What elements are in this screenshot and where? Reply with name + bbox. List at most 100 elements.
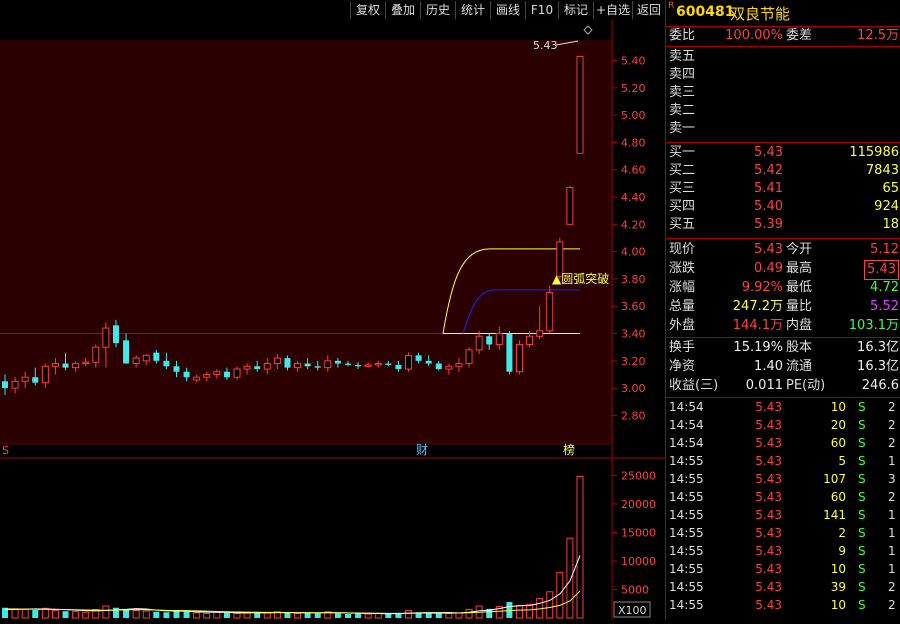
back-button[interactable]: 返回 — [632, 1, 665, 19]
tick-volume: 2 — [838, 526, 846, 540]
buy-row: 买三 5.41 65 — [666, 180, 900, 198]
stat-row: 涨幅 9.92% 最低 4.72 — [666, 279, 900, 297]
buy-row: 买二 5.42 7843 — [666, 162, 900, 180]
volume-bar — [455, 612, 463, 619]
candle-body — [495, 333, 503, 345]
volume-bar — [334, 613, 341, 618]
candle-body — [395, 364, 402, 370]
volume-bar — [213, 611, 221, 619]
eps: 0.011 — [745, 378, 783, 393]
buy-row: 买一 5.43 115986 — [666, 144, 900, 162]
sell-row: 卖一 — [666, 120, 900, 138]
tick-volume: 5 — [838, 454, 846, 468]
candle-body — [173, 366, 180, 372]
tick-side: S — [858, 490, 866, 504]
overlay-button[interactable]: 叠加 — [385, 1, 420, 19]
tick-count: 2 — [888, 490, 896, 504]
price-tick-label: 4.40 — [621, 191, 646, 204]
candle-body — [506, 333, 513, 372]
candle-body — [153, 352, 160, 361]
tick-row: 14:55 5.43 60 S 2 — [666, 488, 900, 506]
tick-price: 5.43 — [755, 526, 782, 540]
candle-body — [123, 340, 130, 364]
fin-row: 收益(三) 0.011 PE(动) 246.6 — [666, 377, 900, 395]
sell-row: 卖四 — [666, 66, 900, 84]
candle-body — [273, 357, 281, 365]
candle-body — [465, 349, 473, 365]
diamond-icon[interactable] — [583, 25, 593, 35]
candle-body — [203, 373, 211, 378]
fin-row: 净资 1.40 流通 16.3亿 — [666, 358, 900, 376]
sell-label: 卖二 — [669, 103, 696, 118]
candle-body — [62, 363, 69, 368]
buy-label: 买三 — [669, 181, 696, 196]
total-volume: 247.2万 — [732, 299, 783, 314]
fin-label: 净资 — [669, 359, 696, 374]
divider — [666, 238, 900, 239]
volume-bar — [294, 612, 302, 619]
buy-price: 5.41 — [754, 181, 783, 196]
volume-bar — [374, 612, 382, 619]
candle-body — [223, 371, 230, 378]
tick-price: 5.43 — [755, 454, 782, 468]
candle-body — [2, 381, 8, 389]
sell-row: 卖三 — [666, 84, 900, 102]
stat-label: 今开 — [786, 242, 813, 257]
weibi-label: 委比 — [669, 28, 696, 43]
tick-side: S — [858, 562, 866, 576]
price-tick-label: 4.80 — [621, 136, 646, 149]
volume-bar — [82, 611, 90, 619]
f10-button[interactable]: F10 — [525, 1, 558, 19]
candle-body — [233, 368, 241, 378]
add-watchlist-button[interactable]: +自选 — [593, 1, 632, 19]
buy-volume: 7843 — [865, 163, 899, 178]
kline-chart-area[interactable]: 5.40 5.20 5.00 4.80 4.60 4.40 4.20 4.00 3.80 3.60… — [0, 20, 665, 620]
stock-name: 双良节能 — [730, 5, 791, 23]
buy-price: 5.39 — [754, 217, 783, 232]
candle-body — [11, 380, 19, 389]
draw-line-button[interactable]: 画线 — [490, 1, 525, 19]
volume-bar — [132, 610, 140, 619]
tick-price: 5.43 — [755, 472, 782, 486]
kline-chart[interactable]: 5.40 5.20 5.00 4.80 4.60 4.40 4.20 4.00 3.80 3.60… — [0, 20, 665, 620]
volume-bar — [102, 605, 110, 619]
volume-unit-label: X100 — [618, 604, 647, 617]
volume-bar — [385, 614, 392, 618]
volume-bar — [173, 610, 180, 618]
fuquan-button[interactable]: 复权 — [350, 1, 385, 19]
candle-body — [526, 335, 534, 345]
tick-price: 5.43 — [755, 544, 782, 558]
stat-row: 外盘 144.1万 内盘 103.1万 — [666, 317, 900, 335]
tick-price: 5.43 — [755, 562, 782, 576]
tick-row: 14:55 5.43 10 S 2 — [666, 596, 900, 614]
volume-bar — [515, 604, 523, 619]
outer-volume: 144.1万 — [732, 318, 783, 333]
tick-time: 14:55 — [669, 580, 704, 594]
candle-body — [385, 363, 392, 365]
tick-count: 2 — [888, 598, 896, 612]
tick-volume: 10 — [830, 562, 846, 576]
mark-button[interactable]: 标记 — [558, 1, 593, 19]
history-button[interactable]: 历史 — [420, 1, 455, 19]
volume-bar — [576, 476, 584, 619]
inner-volume: 103.1万 — [848, 318, 899, 333]
volume-bar — [263, 612, 271, 619]
fin-label: PE(动) — [786, 378, 826, 393]
candle-body — [314, 366, 321, 368]
tick-time: 14:55 — [669, 508, 704, 522]
volume-tick-label: 20000 — [621, 498, 656, 511]
stat-label: 量比 — [786, 299, 813, 314]
tick-row: 14:55 5.43 2 S 1 — [666, 524, 900, 542]
change-pct: 9.92% — [741, 280, 783, 295]
volume-bars — [2, 476, 584, 619]
candle-body — [364, 364, 372, 367]
tick-count: 3 — [888, 472, 896, 486]
volume-ratio: 5.52 — [870, 299, 899, 314]
change-value: 0.49 — [754, 261, 783, 276]
volume-bar — [11, 608, 19, 619]
stats-button[interactable]: 统计 — [455, 1, 490, 19]
tick-count: 1 — [888, 544, 896, 558]
volume-bar — [364, 613, 372, 619]
s-marker: S — [2, 444, 9, 457]
tick-price: 5.43 — [755, 490, 782, 504]
